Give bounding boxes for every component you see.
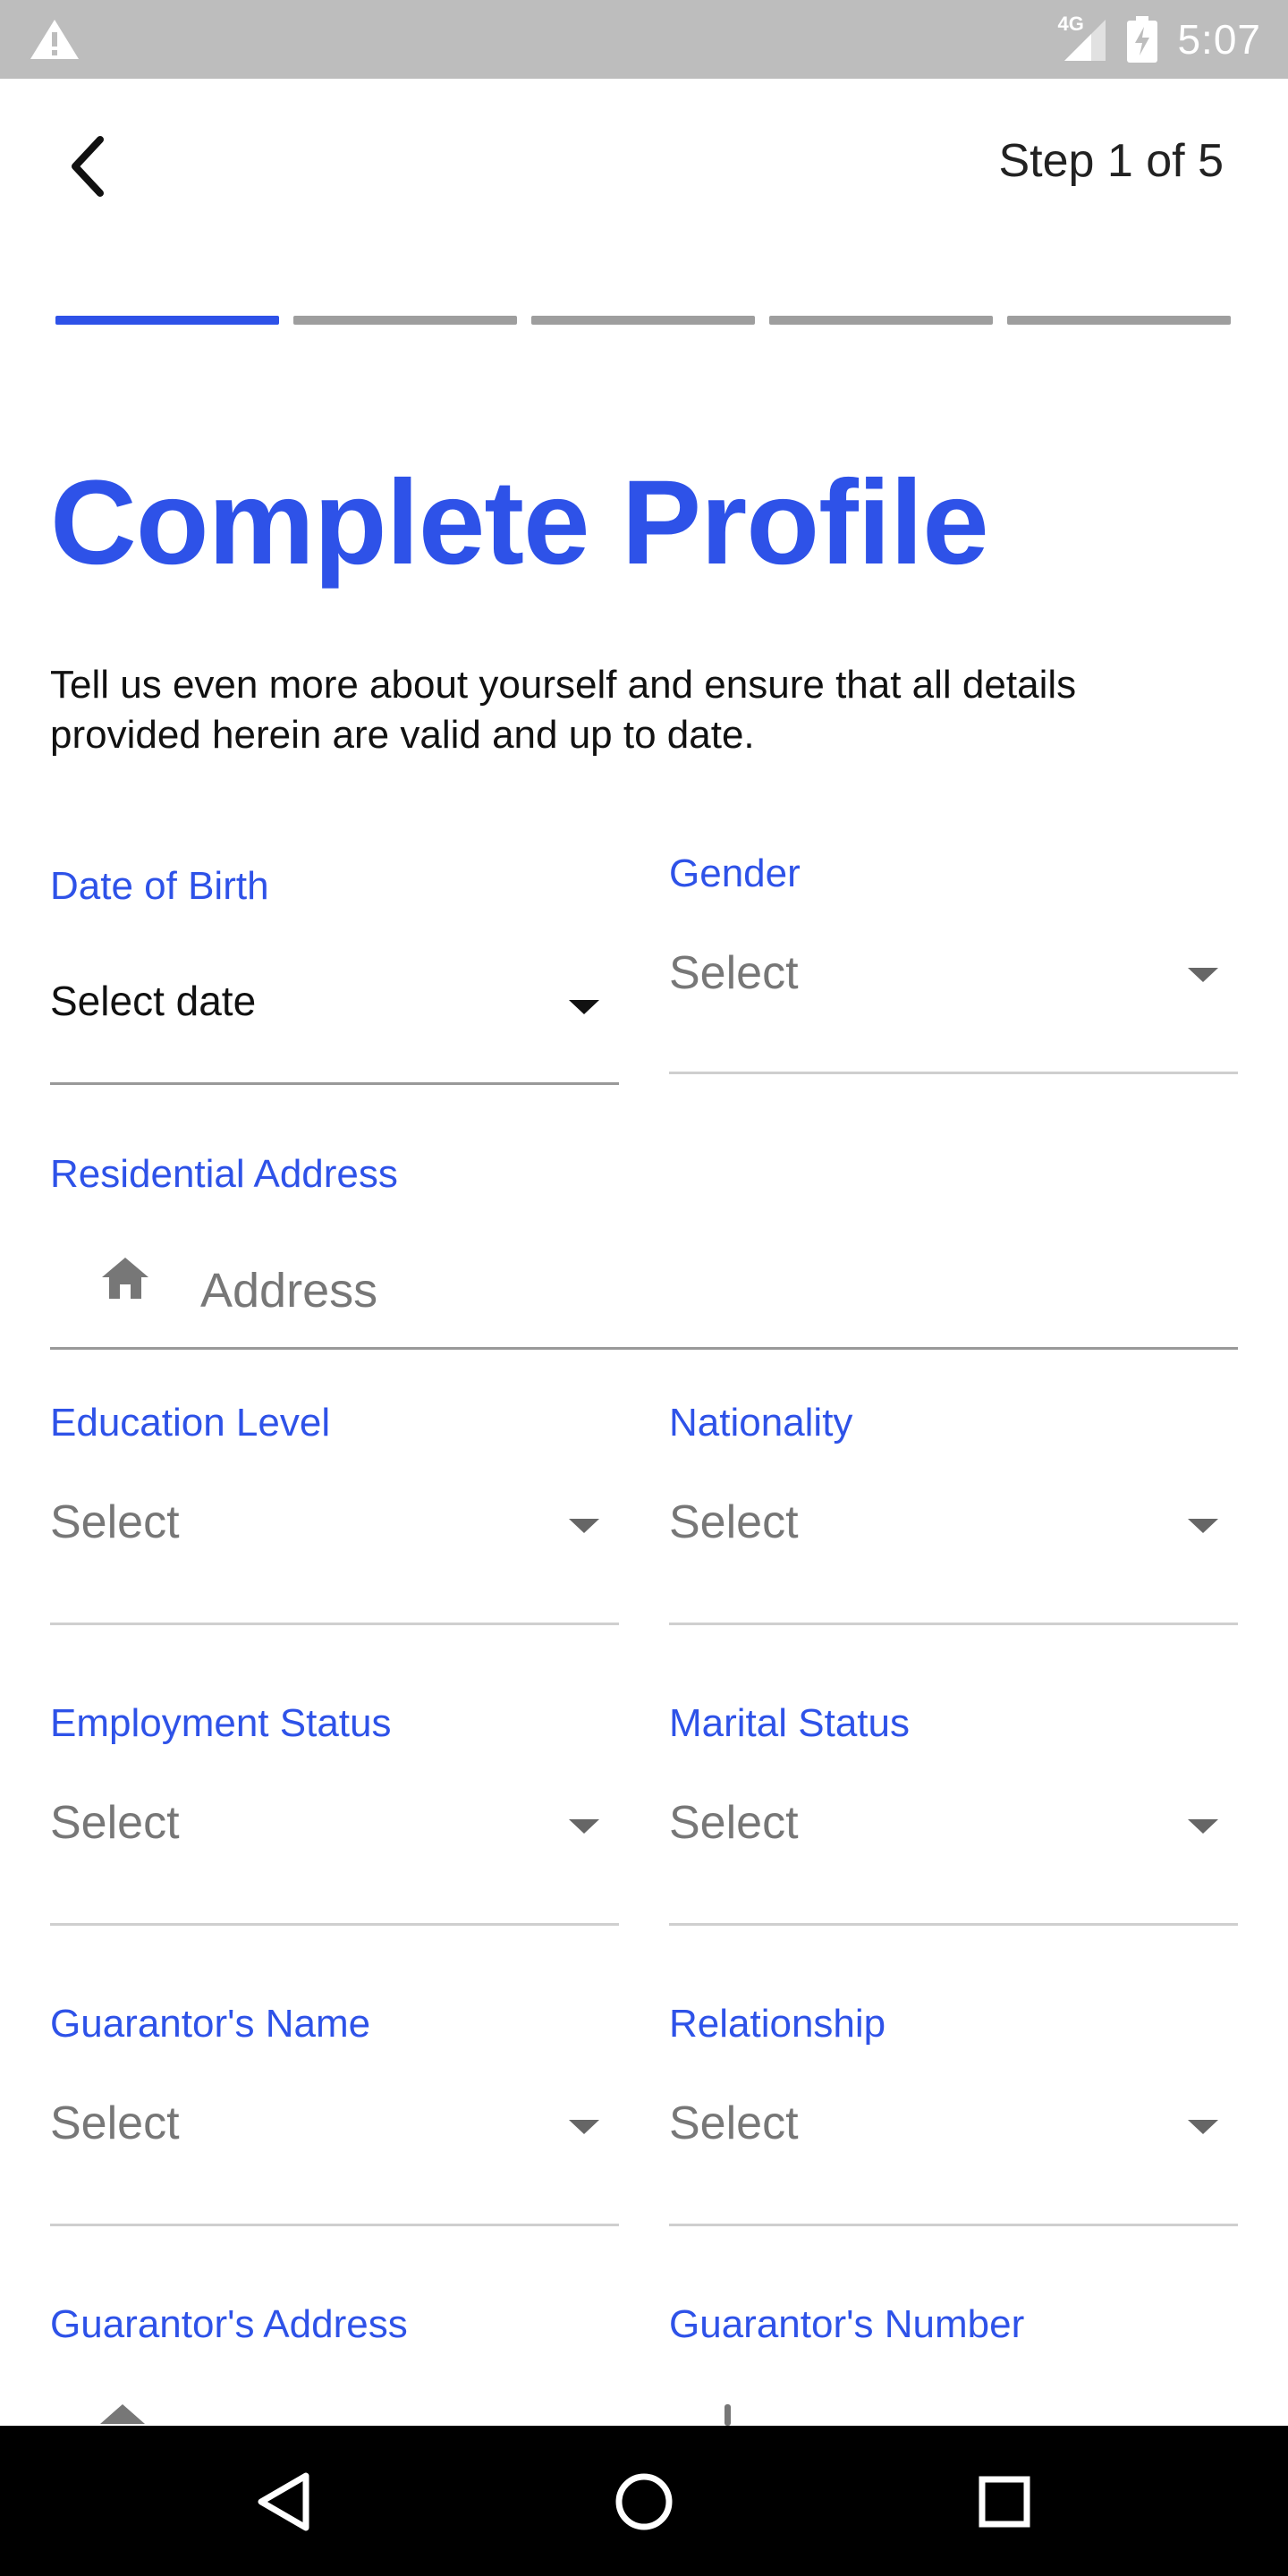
- residential-address-field[interactable]: Residential Address Address: [50, 1147, 1238, 1354]
- gender-label: Gender: [669, 852, 801, 895]
- status-bar: 4G 5:07: [0, 0, 1288, 79]
- page-title: Complete Profile: [50, 456, 989, 589]
- guarantors-address-label: Guarantor's Address: [50, 2302, 408, 2346]
- dropdown-arrow-icon: [569, 1819, 599, 1834]
- date-of-birth-label: Date of Birth: [50, 864, 269, 908]
- step-progress-bar: [55, 316, 1231, 325]
- field-underline: [669, 1623, 1238, 1625]
- field-underline: [50, 2224, 619, 2226]
- field-underline: [669, 1923, 1238, 1926]
- relationship-label: Relationship: [669, 2002, 886, 2046]
- field-underline: [50, 1623, 619, 1625]
- dropdown-arrow-icon: [1188, 2120, 1218, 2134]
- progress-segment-2: [293, 316, 517, 325]
- employment-status-label: Employment Status: [50, 1701, 392, 1745]
- dropdown-arrow-icon: [1188, 1519, 1218, 1533]
- phone-icon: [724, 2404, 731, 2426]
- guarantors-address-field[interactable]: Guarantor's Address: [50, 2299, 619, 2424]
- dropdown-arrow-icon: [569, 1519, 599, 1533]
- employment-status-select[interactable]: Select: [50, 1796, 180, 1850]
- progress-segment-3: [531, 316, 755, 325]
- relationship-field[interactable]: Relationship Select: [669, 1998, 1238, 2227]
- field-underline: [50, 1923, 619, 1926]
- education-level-select[interactable]: Select: [50, 1496, 180, 1549]
- progress-segment-5: [1007, 316, 1231, 325]
- residential-address-label: Residential Address: [50, 1152, 398, 1196]
- nav-home-button[interactable]: [604, 2462, 684, 2542]
- battery-charging-icon: [1127, 16, 1158, 63]
- employment-status-field[interactable]: Employment Status Select: [50, 1698, 619, 1927]
- address-input[interactable]: Address: [200, 1263, 377, 1318]
- status-bar-right: 4G 5:07: [1057, 0, 1261, 79]
- marital-status-field[interactable]: Marital Status Select: [669, 1698, 1238, 1927]
- recents-square-icon: [979, 2476, 1030, 2528]
- nationality-select[interactable]: Select: [669, 1496, 799, 1549]
- page-subtitle: Tell us even more about yourself and ens…: [50, 663, 1077, 757]
- home-icon: [100, 2404, 145, 2424]
- field-underline: [50, 1082, 619, 1085]
- home-circle-icon: [615, 2473, 673, 2530]
- dropdown-arrow-icon: [569, 1000, 599, 1014]
- step-indicator: Step 1 of 5: [998, 135, 1224, 187]
- progress-segment-1: [55, 316, 279, 325]
- guarantors-number-field[interactable]: Guarantor's Number: [669, 2299, 1238, 2426]
- field-underline: [50, 1347, 1238, 1350]
- relationship-select[interactable]: Select: [669, 2097, 799, 2150]
- guarantors-name-field[interactable]: Guarantor's Name Select: [50, 1998, 619, 2227]
- dropdown-arrow-icon: [569, 2120, 599, 2134]
- field-underline: [669, 1072, 1238, 1074]
- back-triangle-icon: [258, 2472, 309, 2531]
- progress-segment-4: [769, 316, 993, 325]
- guarantors-name-label: Guarantor's Name: [50, 2002, 371, 2046]
- back-button[interactable]: [50, 123, 122, 209]
- education-level-field[interactable]: Education Level Select: [50, 1397, 619, 1626]
- status-time: 5:07: [1177, 16, 1261, 63]
- nav-back-button[interactable]: [243, 2462, 324, 2542]
- nationality-field[interactable]: Nationality Select: [669, 1397, 1238, 1626]
- warning-icon: [30, 20, 79, 59]
- field-underline: [669, 2224, 1238, 2226]
- nav-recents-button[interactable]: [964, 2462, 1045, 2542]
- date-of-birth-field[interactable]: Date of Birth Select date: [50, 859, 619, 1088]
- education-level-label: Education Level: [50, 1401, 331, 1445]
- guarantors-name-select[interactable]: Select: [50, 2097, 180, 2150]
- dropdown-arrow-icon: [1188, 1819, 1218, 1834]
- dropdown-arrow-icon: [1188, 968, 1218, 982]
- nationality-label: Nationality: [669, 1401, 853, 1445]
- guarantors-number-label: Guarantor's Number: [669, 2302, 1025, 2346]
- signal-icon: 4G: [1057, 13, 1107, 63]
- gender-select[interactable]: Select: [669, 946, 799, 1000]
- home-icon: [102, 1258, 148, 1299]
- chevron-left-icon: [72, 136, 104, 197]
- marital-status-select[interactable]: Select: [669, 1796, 799, 1850]
- system-nav-bar: [0, 2426, 1288, 2576]
- date-of-birth-value[interactable]: Select date: [50, 977, 256, 1025]
- marital-status-label: Marital Status: [669, 1701, 910, 1745]
- gender-field[interactable]: Gender Select: [669, 848, 1238, 1077]
